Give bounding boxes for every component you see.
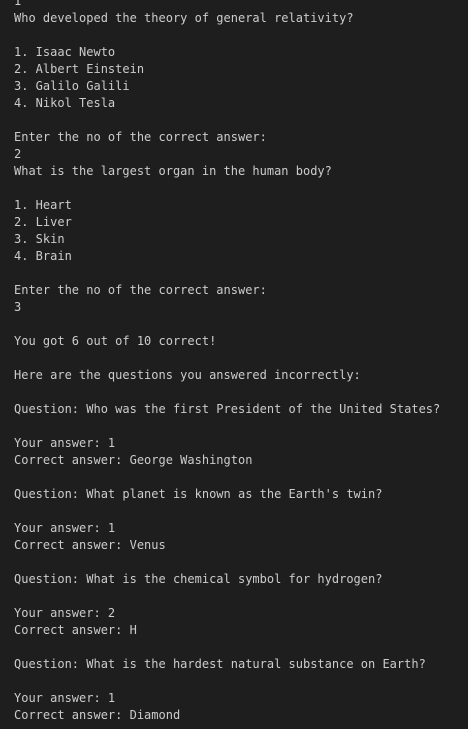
terminal-line: Correct answer: H xyxy=(14,623,137,637)
terminal-line: Your answer: 1 xyxy=(14,436,116,450)
terminal-line: Your answer: 1 xyxy=(14,691,116,705)
terminal-line: 1. Isaac Newto xyxy=(14,45,116,59)
terminal-line: Question: What is the hardest natural su… xyxy=(14,657,426,671)
terminal-panel[interactable]: 1 Who developed the theory of general rel… xyxy=(0,0,468,729)
terminal-line: 2. Liver xyxy=(14,215,72,229)
terminal-line: 3. Galilo Galili xyxy=(14,79,130,93)
terminal-line: Enter the no of the correct answer: xyxy=(14,283,267,297)
terminal-line: Here are the questions you answered inco… xyxy=(14,368,361,382)
terminal-line: You got 6 out of 10 correct! xyxy=(14,334,217,348)
terminal-line: What is the largest organ in the human b… xyxy=(14,164,332,178)
terminal-line: 3 xyxy=(14,300,22,314)
terminal-line: Correct answer: George Washington xyxy=(14,453,253,467)
terminal-line: 1. Heart xyxy=(14,198,72,212)
terminal-line: 4. Nikol Tesla xyxy=(14,96,116,110)
terminal-line: Your answer: 2 xyxy=(14,606,116,620)
terminal-output: 1 Who developed the theory of general rel… xyxy=(14,0,464,729)
terminal-line: Correct answer: Diamond xyxy=(14,708,181,722)
terminal-line: Question: Who was the first President of… xyxy=(14,402,441,416)
terminal-line: 1 xyxy=(14,0,22,8)
terminal-line: Your answer: 1 xyxy=(14,521,116,535)
terminal-line: Who developed the theory of general rela… xyxy=(14,11,354,25)
terminal-prompt-line[interactable] xyxy=(14,724,464,729)
terminal-line: Enter the no of the correct answer: xyxy=(14,130,267,144)
terminal-line: 2. Albert Einstein xyxy=(14,62,145,76)
terminal-line: 3. Skin xyxy=(14,232,65,246)
terminal-line: Question: What is the chemical symbol fo… xyxy=(14,572,383,586)
terminal-line: 4. Brain xyxy=(14,249,72,263)
terminal-line: Correct answer: Venus xyxy=(14,538,166,552)
terminal-line: 2 xyxy=(14,147,22,161)
terminal-line: Question: What planet is known as the Ea… xyxy=(14,487,383,501)
